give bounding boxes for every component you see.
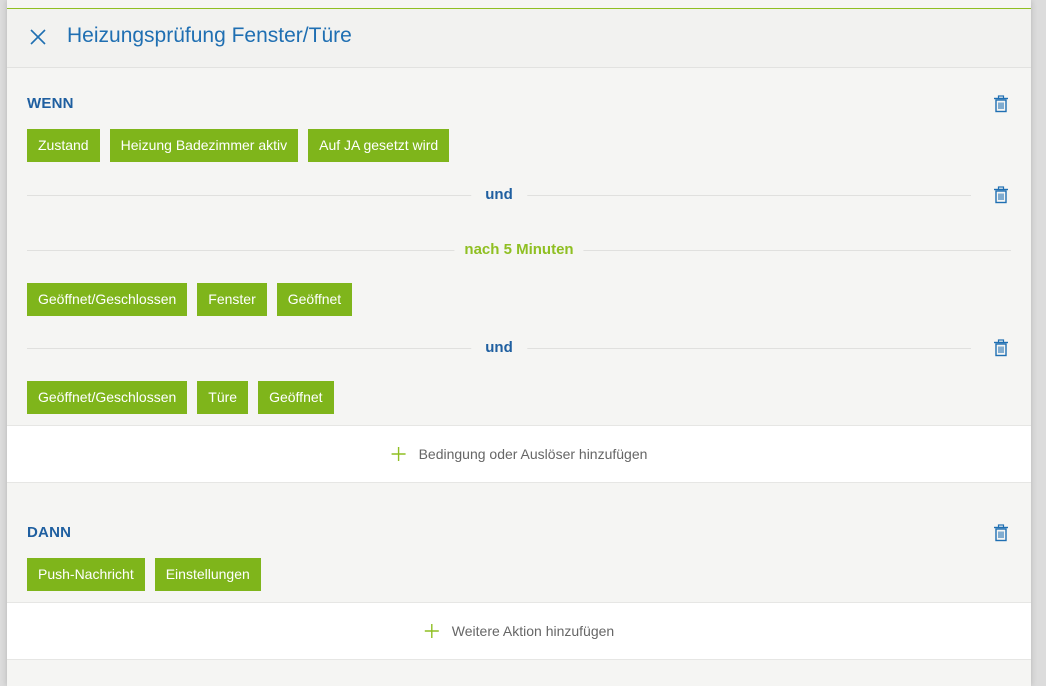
add-condition-label: Bedingung oder Auslöser hinzufügen bbox=[418, 446, 648, 462]
delete-condition-trash-icon[interactable] bbox=[992, 186, 1010, 204]
delay-label[interactable]: nach 5 Minuten bbox=[454, 240, 584, 260]
condition-chip[interactable]: Zustand bbox=[27, 129, 100, 162]
action-chip[interactable]: Push-Nachricht bbox=[27, 558, 145, 591]
add-action-button[interactable]: Weitere Aktion hinzufügen bbox=[7, 602, 1031, 660]
condition-chip[interactable]: Geöffnet/Geschlossen bbox=[27, 283, 188, 316]
condition-chip[interactable]: Auf JA gesetzt wird bbox=[308, 129, 450, 162]
action-row: Push-Nachricht Einstellungen bbox=[27, 558, 261, 591]
delete-if-section-trash-icon[interactable] bbox=[992, 95, 1010, 113]
if-section-label: WENN bbox=[27, 95, 74, 112]
condition-chip[interactable]: Geöffnet bbox=[276, 283, 353, 316]
plus-icon bbox=[391, 447, 406, 461]
connector-label[interactable]: und bbox=[471, 338, 527, 358]
condition-row-1: Zustand Heizung Badezimmer aktiv Auf JA … bbox=[27, 129, 450, 162]
add-action-label: Weitere Aktion hinzufügen bbox=[451, 623, 615, 639]
condition-row-2: Geöffnet/Geschlossen Fenster Geöffnet bbox=[27, 283, 353, 316]
condition-row-3: Geöffnet/Geschlossen Türe Geöffnet bbox=[27, 381, 334, 414]
condition-chip[interactable]: Heizung Badezimmer aktiv bbox=[109, 129, 299, 162]
condition-chip[interactable]: Fenster bbox=[197, 283, 267, 316]
condition-chip[interactable]: Türe bbox=[197, 381, 249, 414]
condition-chip[interactable]: Geöffnet bbox=[258, 381, 334, 414]
connector-and-1: und bbox=[27, 185, 971, 205]
delete-then-section-trash-icon[interactable] bbox=[992, 524, 1010, 542]
then-section-label: DANN bbox=[27, 524, 72, 541]
delete-condition-trash-icon[interactable] bbox=[992, 339, 1010, 357]
connector-label[interactable]: und bbox=[471, 185, 527, 205]
add-condition-button[interactable]: Bedingung oder Auslöser hinzufügen bbox=[7, 425, 1031, 483]
plus-icon bbox=[424, 624, 439, 638]
connector-and-2: und bbox=[27, 338, 971, 358]
close-icon[interactable] bbox=[27, 26, 49, 48]
action-chip[interactable]: Einstellungen bbox=[154, 558, 261, 591]
add-condition-content: Bedingung oder Auslöser hinzufügen bbox=[391, 426, 648, 482]
delay-separator: nach 5 Minuten bbox=[27, 240, 1011, 260]
condition-chip[interactable]: Geöffnet/Geschlossen bbox=[27, 381, 188, 414]
page-title: Heizungsprüfung Fenster/Türe bbox=[67, 24, 352, 47]
add-action-content: Weitere Aktion hinzufügen bbox=[424, 603, 614, 659]
rule-editor-panel: Heizungsprüfung Fenster/Türe WENN Zustan… bbox=[7, 0, 1031, 686]
header: Heizungsprüfung Fenster/Türe bbox=[7, 9, 1031, 68]
